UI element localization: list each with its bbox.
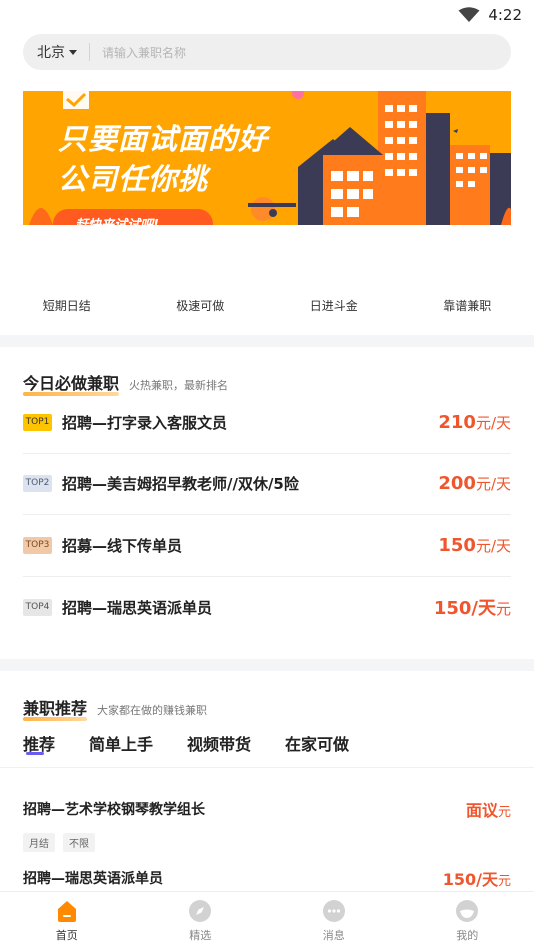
- list-item[interactable]: TOP3 招募—线下传单员 150元/天: [23, 515, 511, 577]
- job-title: 招聘—艺术学校钢琴教学组长: [23, 802, 205, 818]
- list-item[interactable]: TOP1 招聘—打字录入客服文员 210元/天: [23, 392, 511, 454]
- pay-value: 210: [438, 411, 476, 433]
- nav-home[interactable]: 首页: [0, 892, 134, 949]
- rank-badge: TOP3: [23, 536, 52, 554]
- section-divider: [0, 659, 534, 671]
- top-job-list: TOP1 招聘—打字录入客服文员 210元/天 TOP2 招聘—美吉姆招早教老师…: [23, 392, 511, 638]
- quick-nav: 短期日结 极速可做 日进斗金 靠谱兼职: [0, 297, 534, 314]
- pay-value: 150: [438, 534, 476, 556]
- section-title: 兼职推荐: [23, 695, 88, 721]
- tab-home[interactable]: 在家可做: [285, 731, 349, 755]
- message-icon: [322, 899, 345, 922]
- pay-value: 200: [438, 473, 476, 495]
- tag: 月结: [23, 833, 55, 852]
- job-title: 招聘—打字录入客服文员: [62, 413, 228, 432]
- nav-featured[interactable]: 精选: [134, 892, 268, 949]
- profile-icon: [456, 899, 479, 922]
- job-pay: 150/天元: [434, 594, 511, 620]
- chevron-down-icon: [69, 49, 77, 55]
- nav-profile[interactable]: 我的: [401, 892, 534, 949]
- compass-icon: [189, 899, 212, 922]
- tab-easy[interactable]: 简单上手: [89, 731, 153, 755]
- recommend-section-header: 兼职推荐 大家都在做的赚钱兼职: [23, 695, 208, 721]
- wifi-icon: [458, 7, 480, 22]
- list-item[interactable]: TOP2 招聘—美吉姆招早教老师//双休/5险 200元/天: [23, 454, 511, 515]
- rank-badge: TOP2: [23, 475, 52, 493]
- list-item[interactable]: 招聘—瑞思英语派单员 150/天元: [23, 866, 511, 890]
- city-label: 北京: [37, 45, 65, 61]
- pay-unit: 元/天: [475, 413, 511, 432]
- status-time: 4:22: [488, 6, 522, 24]
- banner-headline: 只要面试面的好 公司任你挑: [58, 119, 268, 199]
- section-subtitle: 大家都在做的赚钱兼职: [97, 704, 208, 717]
- tab-video[interactable]: 视频带货: [187, 731, 251, 755]
- job-title: 招募—线下传单员: [62, 536, 183, 555]
- quick-nav-item[interactable]: 短期日结: [0, 297, 134, 314]
- search-divider: [89, 43, 90, 61]
- pay-unit: 元/天: [475, 536, 511, 555]
- job-title: 招聘—瑞思英语派单员: [23, 871, 163, 887]
- nav-label: 精选: [189, 928, 212, 942]
- banner-line-1: 只要面试面的好: [58, 122, 269, 156]
- search-bar[interactable]: 北京 请输入兼职名称: [23, 34, 511, 70]
- pay-unit: 元: [497, 874, 511, 889]
- status-bar: 4:22: [0, 0, 534, 30]
- section-divider: [0, 335, 534, 347]
- job-title: 招聘—瑞思英语派单员: [62, 598, 213, 617]
- nav-messages[interactable]: 消息: [267, 892, 401, 949]
- home-icon: [57, 900, 76, 922]
- rank-badge: TOP4: [23, 598, 52, 616]
- quick-nav-item[interactable]: 靠谱兼职: [401, 297, 534, 314]
- list-item[interactable]: TOP4 招聘—瑞思英语派单员 150/天元: [23, 577, 511, 639]
- job-pay: 150元/天: [438, 535, 511, 556]
- active-tab-indicator: [26, 752, 44, 755]
- pay-value: 面议: [465, 801, 498, 820]
- job-pay: 150/天元: [443, 866, 511, 890]
- search-input[interactable]: 请输入兼职名称: [102, 44, 186, 61]
- city-selector[interactable]: 北京: [37, 42, 77, 62]
- quick-nav-item[interactable]: 日进斗金: [267, 297, 401, 314]
- nav-label: 首页: [55, 928, 78, 942]
- list-item[interactable]: 招聘—艺术学校钢琴教学组长 面议元 月结 不限: [23, 797, 511, 852]
- tag: 不限: [63, 833, 95, 852]
- banner-line-2: 公司任你挑: [58, 162, 209, 196]
- section-subtitle: 火热兼职，最新排名: [129, 379, 229, 392]
- tag-list: 月结 不限: [23, 833, 511, 852]
- pay-unit: 元: [497, 805, 511, 820]
- job-pay: 200元/天: [438, 473, 511, 494]
- job-pay: 210元/天: [438, 412, 511, 433]
- bottom-nav: 首页 精选 消息 我的: [0, 891, 534, 949]
- pay-unit: 元/天: [475, 475, 511, 494]
- banner-cta-button[interactable]: 赶快来试试吧!: [53, 209, 213, 225]
- category-tabs: 推荐 简单上手 视频带货 在家可做: [23, 731, 349, 755]
- nav-label: 消息: [322, 928, 345, 942]
- promo-banner[interactable]: 只要面试面的好 公司任你挑 赶快来试试吧!: [23, 91, 511, 225]
- section-title: 今日必做兼职: [23, 370, 120, 396]
- rank-badge: TOP1: [23, 413, 52, 431]
- pay-value: 150/天: [442, 870, 498, 889]
- pay-unit: 元: [495, 600, 511, 619]
- today-section-header: 今日必做兼职 火热兼职，最新排名: [23, 370, 229, 396]
- job-pay: 面议元: [466, 797, 511, 821]
- job-title: 招聘—美吉姆招早教老师//双休/5险: [62, 475, 299, 494]
- quick-nav-item[interactable]: 极速可做: [134, 297, 268, 314]
- tabs-divider: [0, 767, 534, 768]
- nav-label: 我的: [456, 928, 479, 942]
- pay-value: 150/天: [433, 598, 496, 620]
